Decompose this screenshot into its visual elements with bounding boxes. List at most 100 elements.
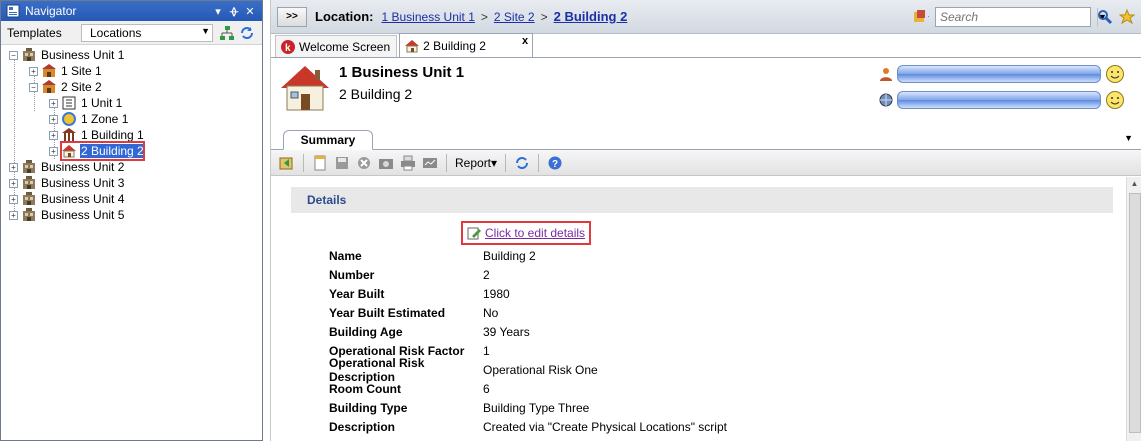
delete-icon[interactable]: [356, 155, 372, 171]
breadcrumb-business-unit[interactable]: 1 Business Unit 1: [382, 10, 475, 24]
pin-icon[interactable]: ᚖ: [226, 5, 242, 18]
refresh-icon[interactable]: [239, 25, 255, 41]
detail-field-value: Created via "Create Physical Locations" …: [483, 419, 727, 434]
vertical-scrollbar[interactable]: ▲: [1126, 177, 1141, 441]
detail-field-value: Building 2: [483, 248, 536, 263]
hierarchy-icon[interactable]: [219, 25, 235, 41]
owner-status-bar: [897, 65, 1101, 83]
main-pane: >> Location: 1 Business Unit 1 > 2 Site …: [270, 0, 1141, 441]
chart-icon[interactable]: [422, 155, 438, 171]
report-menu-label: Report: [455, 155, 492, 170]
expand-icon[interactable]: +: [49, 98, 58, 108]
tree-node-business-unit-5[interactable]: + Business Unit 5: [9, 207, 125, 223]
selection-highlight: [60, 141, 145, 161]
scroll-up-icon[interactable]: ▲: [1127, 177, 1141, 191]
detail-field-key: Building Type: [329, 400, 408, 415]
expand-icon[interactable]: +: [49, 114, 58, 124]
detail-field-key: Number: [329, 267, 375, 282]
back-icon[interactable]: [279, 155, 295, 171]
breadcrumb-separator: >: [480, 9, 488, 24]
chevron-down-icon: ▼: [201, 25, 210, 36]
close-tab-icon[interactable]: x: [522, 35, 528, 47]
record-title: 1 Business Unit 1: [339, 64, 465, 81]
region-status-row: [879, 90, 1125, 110]
smiley-icon: [1106, 65, 1124, 83]
new-document-icon[interactable]: [312, 155, 328, 171]
tab-list-dropdown-icon[interactable]: ▼: [1124, 133, 1133, 143]
report-menu[interactable]: Report▾: [455, 156, 497, 170]
edit-details-link-box[interactable]: Click to edit details: [461, 221, 592, 245]
tree-node-business-unit-4[interactable]: + Business Unit 4: [9, 191, 125, 207]
business-unit-icon: [23, 48, 35, 61]
scroll-thumb[interactable]: [1129, 193, 1141, 433]
region-status-bar: [897, 91, 1101, 109]
breadcrumb-building[interactable]: 2 Building 2: [554, 9, 628, 24]
expand-icon[interactable]: +: [9, 178, 18, 188]
detail-field-value: 6: [483, 381, 490, 396]
business-unit-icon: [23, 192, 35, 205]
person-icon: [880, 68, 892, 81]
view-options-icon[interactable]: [913, 9, 929, 25]
app-logo-icon: k: [281, 39, 295, 54]
dropdown-icon[interactable]: ▾: [210, 5, 226, 18]
expand-icon[interactable]: +: [49, 146, 58, 156]
tree-node-zone-1[interactable]: + 1 Zone 1: [49, 111, 129, 127]
search-icon[interactable]: [1097, 9, 1113, 25]
expand-icon[interactable]: +: [9, 194, 18, 204]
detail-field-row: Operational Risk Description Operational …: [329, 356, 598, 384]
edit-details-link[interactable]: Click to edit details: [485, 226, 585, 240]
expand-navigator-button[interactable]: >>: [277, 6, 307, 27]
business-unit-icon: [23, 160, 35, 173]
save-icon[interactable]: [334, 155, 350, 171]
detail-field-key: Building Age: [329, 324, 403, 339]
help-icon[interactable]: ?: [547, 155, 563, 171]
tab-label: Welcome Screen: [299, 39, 391, 54]
tree-node-site-1[interactable]: + 1 Site 1: [29, 63, 103, 79]
navigator-tabbar: Templates Locations ▼: [1, 21, 262, 45]
tab-welcome-screen[interactable]: k Welcome Screen: [275, 35, 398, 57]
search-box[interactable]: ▼: [935, 6, 1107, 27]
detail-field-value: No: [483, 305, 499, 320]
globe-icon: [879, 93, 893, 107]
tree-node-business-unit-2[interactable]: + Business Unit 2: [9, 159, 125, 175]
detail-field-key: Name: [329, 248, 362, 263]
tree-node-business-unit-3[interactable]: + Business Unit 3: [9, 175, 125, 191]
expand-icon[interactable]: +: [29, 66, 38, 76]
tree-node-site-2[interactable]: − 2 Site 2: [29, 79, 103, 95]
detail-field-row: Room Count 6: [329, 379, 490, 398]
toolbar-separator: [505, 153, 507, 172]
detail-field-row: Year Built Estimated No: [329, 303, 498, 322]
tree-node-label: 1 Site 1: [61, 64, 102, 78]
toolbar-separator: [303, 153, 304, 172]
locations-select[interactable]: Locations ▼: [81, 23, 213, 42]
detail-field-value: Operational Risk One: [483, 362, 598, 377]
templates-tab[interactable]: Templates: [1, 26, 81, 40]
detail-field-row: Building Type Building Type Three: [329, 398, 589, 417]
collapse-icon[interactable]: −: [9, 50, 18, 60]
close-icon[interactable]: ✕: [242, 5, 258, 18]
detail-field-key: Room Count: [329, 381, 401, 396]
tree-node-label: Business Unit 5: [41, 208, 125, 222]
expand-icon[interactable]: +: [9, 162, 18, 172]
tab-summary[interactable]: Summary: [283, 130, 373, 150]
tree-node-unit-1[interactable]: + 1 Unit 1: [49, 95, 123, 111]
summary-tabbar: Summary ▼: [271, 128, 1141, 150]
expand-icon[interactable]: +: [49, 130, 58, 140]
details-section-header[interactable]: Details: [291, 187, 1113, 213]
detail-field-key: Description: [329, 419, 396, 434]
favorite-star-icon[interactable]: [1119, 8, 1135, 25]
camera-icon[interactable]: [378, 155, 394, 171]
tab-building-2[interactable]: 2 Building 2 x: [399, 33, 534, 57]
location-label: Location:: [315, 9, 374, 24]
collapse-icon[interactable]: −: [29, 82, 38, 92]
detail-field-value: 1: [483, 343, 490, 358]
breadcrumb-separator: >: [540, 9, 548, 24]
business-unit-icon: [23, 208, 35, 221]
search-input[interactable]: [936, 7, 1097, 26]
breadcrumb-site[interactable]: 2 Site 2: [494, 10, 535, 24]
print-icon[interactable]: [400, 155, 416, 171]
business-unit-icon: [23, 176, 35, 189]
expand-icon[interactable]: +: [9, 210, 18, 220]
tree-node-business-unit-1[interactable]: − Business Unit 1: [9, 47, 125, 63]
refresh-icon[interactable]: [514, 155, 530, 171]
